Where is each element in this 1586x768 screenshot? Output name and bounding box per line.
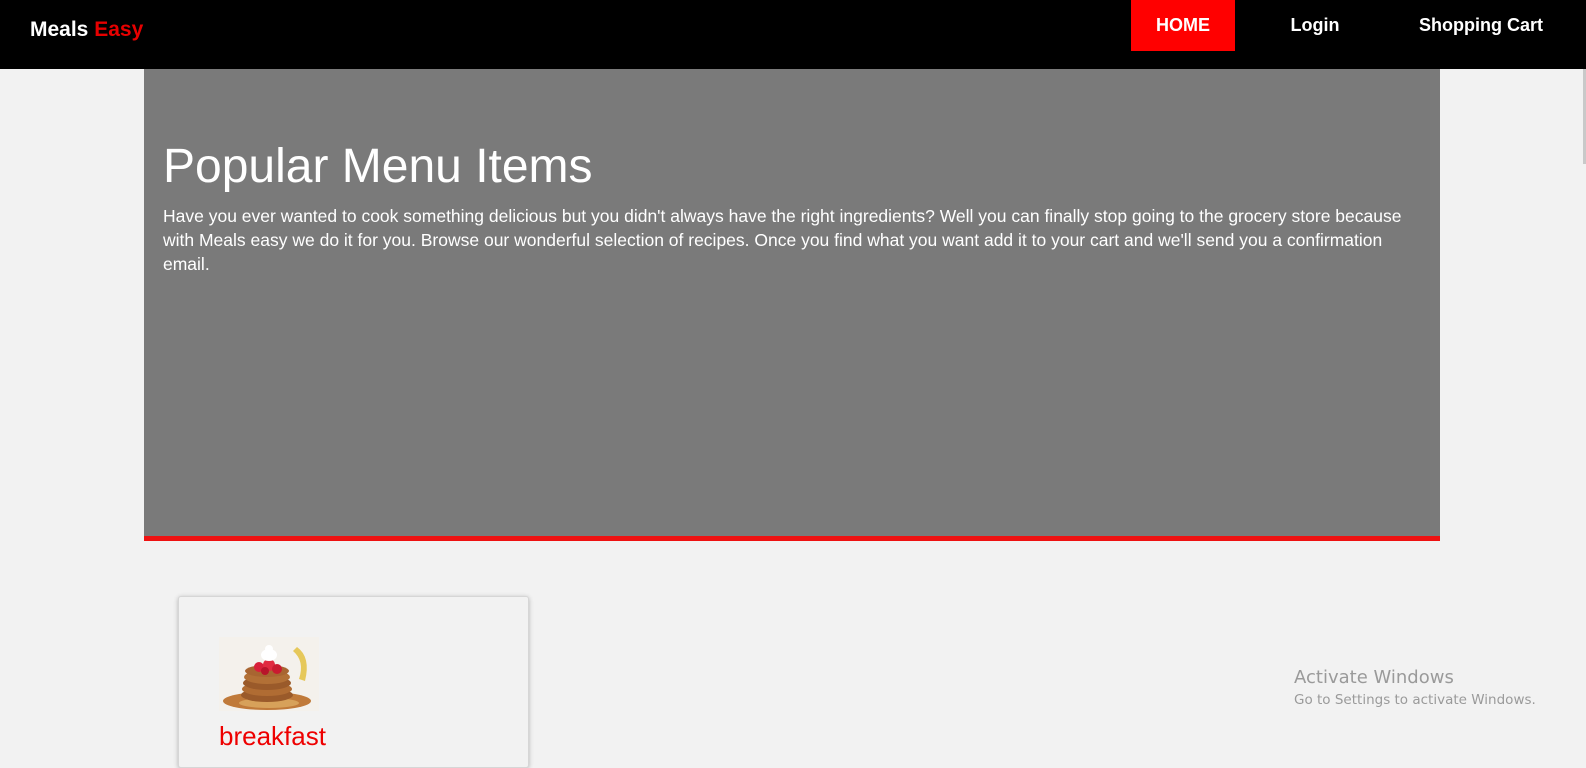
pancake-image bbox=[219, 637, 319, 711]
brand-logo[interactable]: Meals Easy bbox=[30, 18, 143, 42]
brand-name-part1: Meals bbox=[30, 18, 89, 41]
menu-item-card[interactable]: breakfast bbox=[178, 596, 529, 768]
nav-login-link[interactable]: Login bbox=[1260, 0, 1370, 51]
menu-item-title[interactable]: breakfast bbox=[219, 721, 326, 752]
hero-description: Have you ever wanted to cook something d… bbox=[163, 206, 1402, 274]
brand-name-part2: Easy bbox=[94, 18, 144, 41]
menu-item-image[interactable] bbox=[219, 637, 319, 711]
nav-home-link[interactable]: HOME bbox=[1131, 0, 1235, 51]
page-scrollbar-track[interactable] bbox=[1582, 69, 1586, 746]
top-navbar: Meals Easy HOME Login Shopping Cart bbox=[0, 0, 1586, 69]
nav-shopping-cart-link[interactable]: Shopping Cart bbox=[1400, 0, 1562, 51]
hero-title: Popular Menu Items bbox=[163, 140, 593, 193]
hero-banner: Popular Menu Items Have you ever wanted … bbox=[144, 69, 1440, 541]
activate-windows-watermark: Activate Windows Go to Settings to activ… bbox=[1294, 667, 1536, 709]
watermark-title: Activate Windows bbox=[1294, 667, 1454, 688]
watermark-subtitle: Go to Settings to activate Windows. bbox=[1294, 692, 1536, 708]
